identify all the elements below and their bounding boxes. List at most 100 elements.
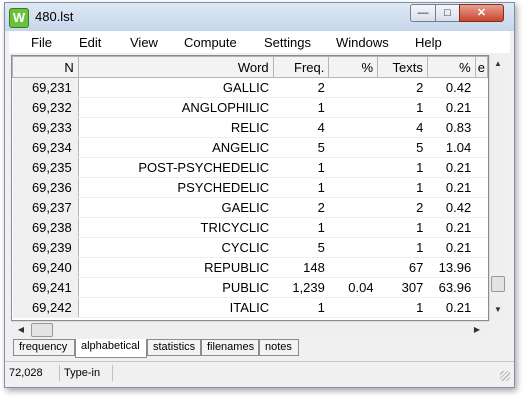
row-freq-percent-cell	[328, 157, 378, 178]
row-number-cell: 69,232	[12, 97, 79, 118]
menu-edit[interactable]: Edit	[79, 35, 101, 50]
scroll-left-arrow-icon[interactable]: ◀	[13, 322, 29, 338]
row-texts-cell: 67	[377, 257, 428, 278]
row-number-cell: 69,242	[12, 297, 79, 318]
menu-file[interactable]: File	[31, 35, 52, 50]
title-bar: W 480.lst — □ ✕	[5, 3, 514, 31]
row-filler-cell	[475, 117, 488, 138]
row-number-cell: 69,236	[12, 177, 79, 198]
row-number-cell: 69,231	[12, 77, 79, 98]
table-row[interactable]: 69,239 CYCLIC 5 1 0.21	[12, 237, 488, 258]
tab-notes[interactable]: notes	[259, 339, 299, 356]
table-row[interactable]: 69,233 RELIC 4 4 0.83	[12, 117, 488, 138]
row-number-cell: 69,233	[12, 117, 79, 138]
row-texts-cell: 307	[377, 277, 428, 298]
col-header-texts[interactable]: Texts	[377, 56, 428, 78]
row-freq-percent-cell	[328, 117, 378, 138]
row-freq-cell: 1,239	[273, 277, 329, 298]
wordsmith-app-icon: W	[9, 8, 29, 28]
row-texts-percent-cell: 63.96	[427, 277, 476, 298]
row-texts-percent-cell: 0.21	[427, 177, 476, 198]
table-row[interactable]: 69,240 REPUBLIC 148 67 13.96	[12, 257, 488, 278]
row-freq-percent-cell	[328, 77, 378, 98]
row-freq-percent-cell	[328, 197, 378, 218]
row-number-cell: 69,240	[12, 257, 79, 278]
table-row[interactable]: 69,236 PSYCHEDELIC 1 1 0.21	[12, 177, 488, 198]
tab-frequency[interactable]: frequency	[13, 339, 75, 356]
row-number-cell: 69,241	[12, 277, 79, 298]
scroll-up-arrow-icon[interactable]: ▲	[490, 56, 506, 72]
scroll-right-arrow-icon[interactable]: ▶	[469, 322, 485, 338]
scroll-down-arrow-icon[interactable]: ▼	[490, 302, 506, 318]
row-word-cell: RELIC	[78, 117, 274, 138]
row-freq-percent-cell	[328, 137, 378, 158]
row-freq-percent-cell	[328, 257, 378, 278]
table-row[interactable]: 69,238 TRICYCLIC 1 1 0.21	[12, 217, 488, 238]
col-header-freq[interactable]: Freq.	[272, 56, 330, 78]
row-texts-percent-cell: 0.21	[427, 237, 476, 258]
row-word-cell: GAELIC	[78, 197, 274, 218]
col-header-freq-percent[interactable]: %	[328, 56, 379, 78]
row-number-cell: 69,238	[12, 217, 79, 238]
table-row[interactable]: 69,242 ITALIC 1 1 0.21	[12, 297, 488, 318]
menu-compute[interactable]: Compute	[184, 35, 237, 50]
menu-settings[interactable]: Settings	[264, 35, 311, 50]
word-table: N Word Freq. % Texts % e 69,231 GALLIC 2 2 0…	[12, 56, 488, 318]
header-row: N Word Freq. % Texts % e	[12, 56, 488, 78]
horizontal-scroll-thumb[interactable]	[31, 323, 53, 337]
app-window: W 480.lst — □ ✕ File Edit View Compute S…	[4, 2, 515, 388]
menu-help[interactable]: Help	[415, 35, 442, 50]
close-button[interactable]: ✕	[459, 4, 504, 22]
row-word-cell: PSYCHEDELIC	[78, 177, 274, 198]
col-header-texts-percent[interactable]: %	[426, 56, 476, 78]
row-freq-cell: 1	[273, 177, 329, 198]
row-freq-cell: 2	[273, 77, 329, 98]
table-row[interactable]: 69,241 PUBLIC 1,239 0.04 307 63.96	[12, 277, 488, 298]
row-number-cell: 69,235	[12, 157, 79, 178]
resize-grip-icon[interactable]	[500, 371, 510, 381]
table-row[interactable]: 69,232 ANGLOPHILIC 1 1 0.21	[12, 97, 488, 118]
row-filler-cell	[475, 277, 488, 298]
menu-windows[interactable]: Windows	[336, 35, 389, 50]
maximize-button[interactable]: □	[435, 4, 460, 22]
row-texts-percent-cell: 1.04	[427, 137, 476, 158]
row-word-cell: PUBLIC	[78, 277, 274, 298]
row-texts-cell: 1	[377, 97, 428, 118]
table-row[interactable]: 69,235 POST-PSYCHEDELIC 1 1 0.21	[12, 157, 488, 178]
row-texts-cell: 4	[377, 117, 428, 138]
col-header-n[interactable]: N	[12, 56, 79, 78]
row-freq-percent-cell	[328, 97, 378, 118]
table-row[interactable]: 69,234 ANGELIC 5 5 1.04	[12, 137, 488, 158]
col-header-e[interactable]: e	[474, 56, 488, 78]
tab-statistics[interactable]: statistics	[147, 339, 201, 356]
status-mode: Type-in	[60, 365, 113, 381]
minimize-button[interactable]: —	[410, 4, 436, 22]
vertical-scrollbar[interactable]: ▲ ▼	[489, 55, 506, 321]
table-row[interactable]: 69,231 GALLIC 2 2 0.42	[12, 77, 488, 98]
menu-view[interactable]: View	[130, 35, 158, 50]
row-number-cell: 69,234	[12, 137, 79, 158]
row-filler-cell	[475, 217, 488, 238]
word-list-grid[interactable]: N Word Freq. % Texts % e 69,231 GALLIC 2 2 0…	[11, 55, 489, 321]
row-word-cell: ITALIC	[78, 297, 274, 318]
window-title: 480.lst	[35, 9, 74, 24]
row-word-cell: POST-PSYCHEDELIC	[78, 157, 274, 178]
row-number-cell: 69,239	[12, 237, 79, 258]
tab-alphabetical[interactable]: alphabetical	[75, 339, 147, 358]
vertical-scroll-thumb[interactable]	[491, 276, 505, 292]
row-freq-cell: 1	[273, 297, 329, 318]
row-freq-cell: 5	[273, 237, 329, 258]
table-row[interactable]: 69,237 GAELIC 2 2 0.42	[12, 197, 488, 218]
horizontal-scrollbar[interactable]: ◀ ▶	[11, 321, 489, 338]
row-freq-percent-cell	[328, 237, 378, 258]
row-word-cell: GALLIC	[78, 77, 274, 98]
tab-filenames[interactable]: filenames	[201, 339, 259, 356]
row-texts-cell: 1	[377, 297, 428, 318]
status-word-count: 72,028	[5, 365, 60, 381]
status-bar: 72,028 Type-in	[5, 361, 514, 384]
row-texts-percent-cell: 0.83	[427, 117, 476, 138]
menu-bar: File Edit View Compute Settings Windows …	[9, 31, 510, 53]
row-freq-cell: 148	[273, 257, 329, 278]
col-header-word[interactable]: Word	[77, 56, 274, 78]
row-texts-percent-cell: 0.42	[427, 77, 476, 98]
